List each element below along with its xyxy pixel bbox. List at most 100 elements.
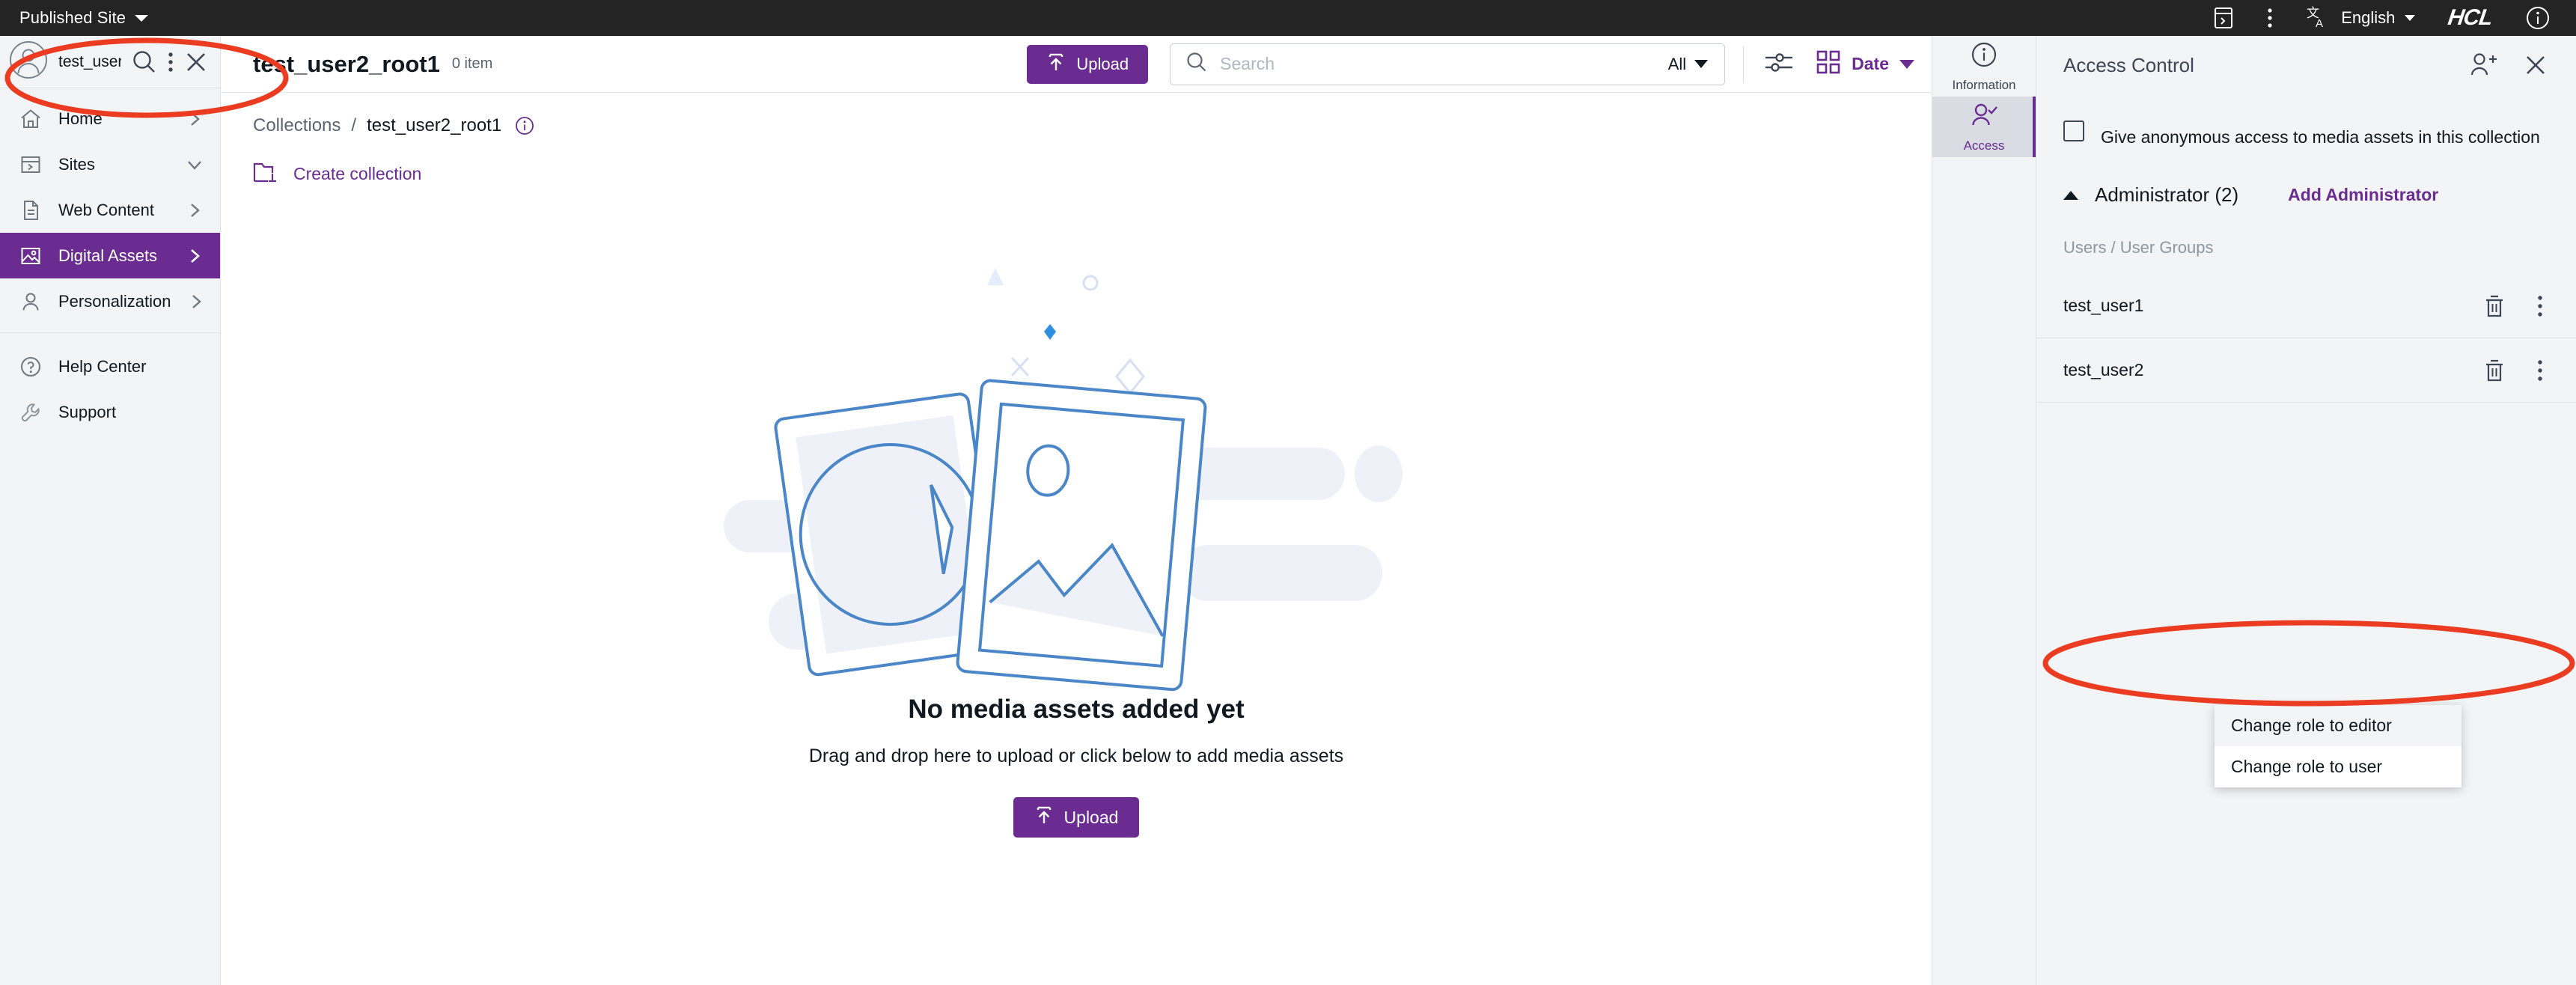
sidebar-item-label: Personalization [58,292,171,311]
sidebar-divider [0,332,220,333]
sidebar-item-home[interactable]: Home [0,96,220,141]
table-row[interactable]: test_user1 [2036,274,2576,338]
sites-icon [19,153,42,176]
empty-media-illustration [716,260,1427,695]
sidebar-item-web-content[interactable]: Web Content [0,187,220,233]
role-context-menu: Change role to editor Change role to use… [2215,705,2461,787]
triangle-up-icon[interactable] [2063,191,2078,200]
sidebar-header-actions [132,49,208,75]
top-bar-right: 文A English HCL [2213,5,2576,31]
help-circle-icon [19,356,42,378]
language-label: English [2341,8,2395,28]
rail-tab-information[interactable]: Information [1932,36,2036,97]
language-selector[interactable]: 文A English [2306,5,2415,31]
document-icon [19,199,42,222]
search-input[interactable] [1220,54,1656,74]
create-collection-button[interactable]: Create collection [222,136,421,187]
anonymous-access-row: Give anonymous access to media assets in… [2036,94,2576,156]
add-administrator-button[interactable]: Add Administrator [2288,185,2438,205]
upload-button[interactable]: Upload [1027,45,1148,84]
info-icon[interactable] [515,116,534,135]
svg-text:A: A [2316,17,2323,30]
upload-button-label: Upload [1076,55,1129,74]
more-vertical-icon[interactable] [2537,359,2543,382]
breadcrumb-root[interactable]: Collections [253,115,341,136]
sidebar-item-personalization[interactable]: Personalization [0,278,220,324]
rail-tab-access[interactable]: Access [1932,97,2036,157]
sidebar-nav: Home Sites Web Content [0,88,220,435]
close-icon[interactable] [2524,53,2548,77]
user-check-icon [1969,101,1999,133]
search-icon [1185,51,1208,77]
sidebar-item-sites[interactable]: Sites [0,141,220,187]
breadcrumb-separator: / [351,115,356,136]
side-rail: Information Access [1932,36,2036,985]
table-row[interactable]: test_user2 [2036,338,2576,403]
empty-state-title: No media assets added yet [908,695,1244,725]
published-site-label[interactable]: Published Site [19,8,126,28]
main-header-actions: Upload All [1027,43,1931,85]
add-user-icon[interactable] [2468,52,2498,79]
empty-state-upload-button[interactable]: Upload [1013,797,1140,838]
breadcrumb-current: test_user2_root1 [367,115,501,136]
main-content: test_user2_root1 0 item Upload All [222,36,1931,985]
chevron-right-icon [186,110,204,128]
user-avatar-icon [9,40,48,83]
empty-state: No media assets added yet Drag and drop … [222,260,1931,838]
grid-view-icon[interactable] [1816,49,1841,79]
user-name: test_user1 [2063,296,2143,316]
search-icon[interactable] [132,49,157,75]
more-vertical-icon[interactable] [168,50,174,74]
main-header: test_user2_root1 0 item Upload All [222,36,1931,93]
chevron-down-icon [1694,60,1708,68]
translate-icon: 文A [2306,5,2331,31]
sidebar-item-label: Digital Assets [58,246,157,266]
chevron-right-icon [186,247,204,265]
trash-icon[interactable] [2483,293,2506,319]
row-actions [2483,293,2543,319]
person-icon [19,290,42,313]
sidebar-item-digital-assets[interactable]: Digital Assets [0,233,220,278]
breadcrumb: Collections / test_user2_root1 [222,93,1931,136]
sidebar-user-header[interactable]: test_user2 tes... [0,36,220,88]
menu-item-change-role-editor[interactable]: Change role to editor [2215,705,2461,746]
more-vertical-icon[interactable] [2537,294,2543,318]
chevron-down-icon [186,156,204,174]
sort-label: Date [1852,54,1889,74]
chevron-down-icon [1899,60,1914,69]
sliders-icon[interactable] [1763,49,1795,79]
chevron-down-icon [2405,15,2415,21]
more-vertical-icon[interactable] [2267,6,2273,30]
administrator-title: Administrator (2) [2095,183,2238,207]
application-root: Published Site 文A English HCL [0,0,2576,985]
create-folder-icon [253,161,278,187]
access-panel-header: Access Control [2036,36,2576,94]
chevron-right-icon [186,201,204,219]
upload-arrow-icon [1034,805,1054,830]
close-icon[interactable] [184,50,208,74]
user-name: test_user2 [2063,360,2143,380]
rail-tab-label: Information [1952,78,2015,93]
access-control-panel: Access Control Give anonymous access to … [2036,36,2576,985]
trash-icon[interactable] [2483,358,2506,383]
panel-toggle-icon[interactable] [2213,6,2234,30]
page-title: test_user2_root1 [253,51,440,78]
menu-item-change-role-user[interactable]: Change role to user [2215,746,2461,787]
sidebar-item-label: Sites [58,155,95,174]
users-groups-header: Users / User Groups [2036,207,2576,257]
access-panel-actions [2468,52,2548,79]
sidebar-item-help-center[interactable]: Help Center [0,344,220,389]
sort-control[interactable]: Date [1816,49,1914,79]
anonymous-access-checkbox[interactable] [2063,121,2084,141]
create-collection-label: Create collection [293,164,421,184]
image-icon [19,245,42,267]
search-bar[interactable]: All [1170,43,1725,85]
info-icon[interactable] [2525,5,2551,31]
chevron-down-icon[interactable] [135,15,148,22]
sidebar-item-support[interactable]: Support [0,389,220,435]
item-count: 0 item [452,55,492,73]
anonymous-access-label: Give anonymous access to media assets in… [2101,118,2540,156]
sidebar-item-label: Support [58,403,116,422]
sidebar-item-label: Web Content [58,201,154,220]
search-filter-dropdown[interactable]: All [1668,55,1708,74]
